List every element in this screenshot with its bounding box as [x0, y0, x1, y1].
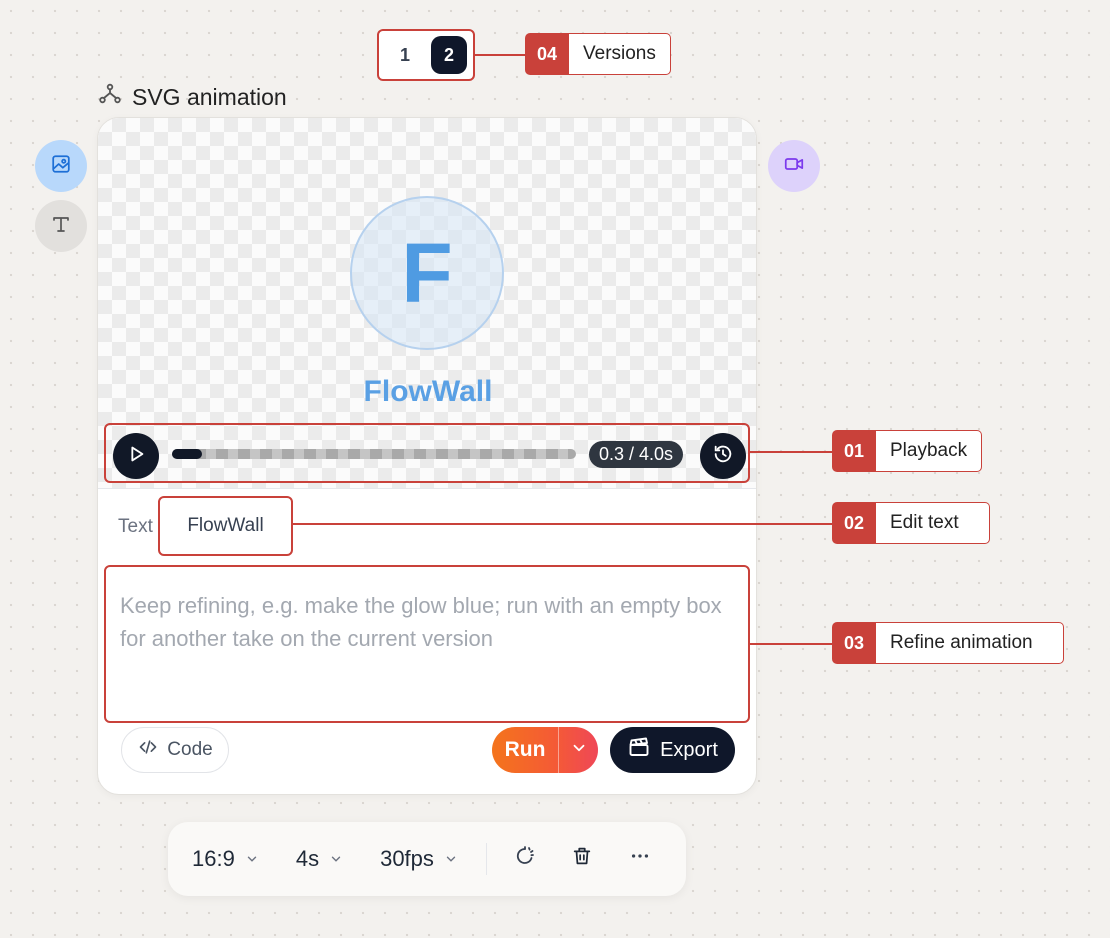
- callout-label: Edit text: [876, 502, 990, 544]
- fps-value: 30fps: [380, 846, 434, 871]
- image-icon: [50, 153, 72, 180]
- fps-select[interactable]: 30fps: [380, 846, 458, 872]
- callout-versions: 04 Versions: [525, 33, 671, 75]
- callout-label: Playback: [876, 430, 983, 472]
- logo-mark: F: [350, 196, 504, 350]
- node-graph-icon: [98, 82, 122, 112]
- export-label: Export: [660, 738, 718, 761]
- aspect-ratio-select[interactable]: 16:9: [192, 846, 259, 872]
- callout-label: Versions: [569, 33, 671, 75]
- code-icon: [137, 737, 159, 763]
- duration-select[interactable]: 4s: [296, 846, 343, 872]
- timeline-progress: [172, 449, 203, 459]
- video-mode-button[interactable]: [768, 140, 820, 192]
- chevron-down-icon: [444, 846, 458, 872]
- callout-number: 01: [832, 430, 876, 472]
- code-button[interactable]: Code: [121, 727, 229, 773]
- playback-controls: 0.3 / 4.0s: [104, 423, 750, 483]
- play-button[interactable]: [113, 433, 159, 479]
- delete-button[interactable]: [571, 845, 593, 873]
- callout-playback: 01 Playback: [832, 430, 983, 472]
- brand-text: FlowWall: [363, 375, 493, 408]
- video-icon: [783, 153, 805, 180]
- node-title: SVG animation: [98, 82, 287, 112]
- code-label: Code: [167, 739, 213, 760]
- trash-icon: [571, 845, 593, 873]
- run-button[interactable]: Run: [492, 738, 558, 762]
- version-1-button[interactable]: 1: [387, 36, 423, 74]
- image-mode-button[interactable]: [35, 140, 87, 192]
- text-field-label: Text: [118, 516, 153, 537]
- chevron-down-icon: [570, 739, 588, 762]
- restart-button[interactable]: [700, 433, 746, 479]
- callout-number: 03: [832, 622, 876, 664]
- version-switcher: 1 2: [377, 29, 475, 81]
- play-icon: [125, 443, 147, 470]
- run-dropdown-button[interactable]: [559, 739, 598, 762]
- duration-value: 4s: [295, 846, 320, 871]
- more-button[interactable]: [629, 845, 651, 873]
- time-readout: 0.3 / 4.0s: [589, 441, 684, 468]
- node-title-text: SVG animation: [132, 83, 287, 110]
- clapperboard-icon: [627, 735, 651, 765]
- refine-prompt-input[interactable]: Keep refining, e.g. make the glow blue; …: [104, 565, 750, 723]
- callout-line-edit-text: [291, 523, 832, 525]
- bottom-toolbar: 16:9 4s 30fps: [168, 822, 686, 896]
- more-horizontal-icon: [629, 845, 651, 873]
- export-button[interactable]: Export: [610, 727, 735, 773]
- history-icon: [712, 443, 734, 470]
- effects-button[interactable]: [513, 844, 537, 874]
- text-field-input[interactable]: FlowWall: [158, 496, 293, 556]
- preview-canvas: F FlowWall 0.3 / 4.0s: [98, 118, 756, 489]
- animation-card: F FlowWall 0.3 / 4.0s Text FlowWall Keep…: [97, 117, 757, 795]
- text-type-icon: [49, 212, 73, 241]
- sparkle-loader-icon: [513, 844, 537, 874]
- chevron-down-icon: [329, 846, 343, 872]
- callout-label: Refine animation: [876, 622, 1064, 664]
- chevron-down-icon: [245, 846, 259, 872]
- run-button-group: Run: [492, 727, 598, 773]
- text-mode-button[interactable]: [35, 200, 87, 252]
- toolbar-divider: [485, 843, 487, 875]
- timeline-scrubber[interactable]: [172, 449, 576, 459]
- callout-edit-text: 02 Edit text: [832, 502, 990, 544]
- callout-number: 04: [525, 33, 569, 75]
- callout-line-versions: [475, 54, 525, 56]
- aspect-ratio-value: 16:9: [192, 846, 235, 871]
- version-2-button[interactable]: 2: [431, 36, 467, 74]
- callout-number: 02: [832, 502, 876, 544]
- callout-line-playback: [750, 451, 832, 453]
- callout-line-refine: [750, 643, 832, 645]
- callout-refine: 03 Refine animation: [832, 622, 1064, 664]
